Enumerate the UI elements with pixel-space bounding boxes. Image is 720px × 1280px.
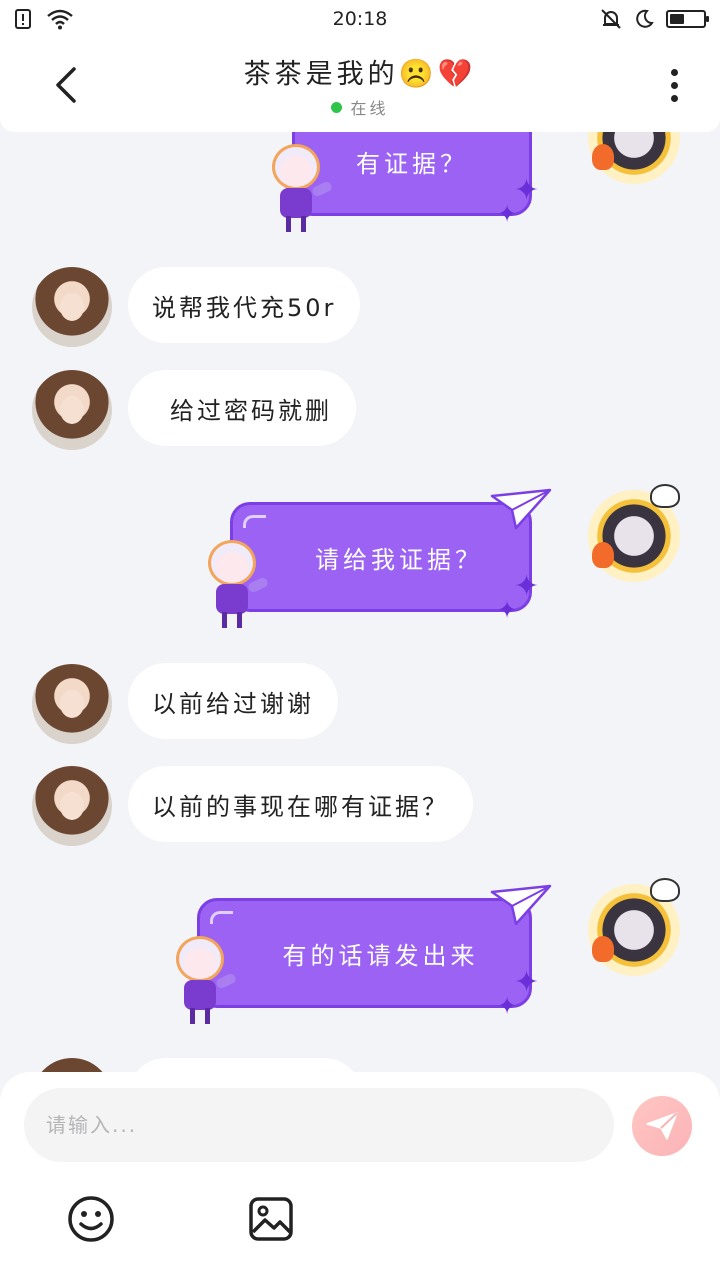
- online-status: 在线: [0, 95, 720, 119]
- message-text: 给过密码就删: [170, 396, 332, 425]
- contact-avatar[interactable]: [32, 370, 112, 450]
- message-text: 请给我证据？: [315, 545, 483, 574]
- message-bubble-incoming[interactable]: 以前的事现在哪有证据？: [128, 766, 473, 842]
- message-bubble-incoming[interactable]: 给过密码就删: [128, 370, 356, 446]
- smiley-icon: [68, 1196, 114, 1242]
- message-text: 以前给过谢谢: [152, 689, 314, 718]
- my-avatar[interactable]: [588, 484, 680, 582]
- carrot-icon: [592, 144, 614, 170]
- message-composer: [0, 1072, 720, 1280]
- message-bubble-outgoing[interactable]: 有的话请发出来: [197, 898, 532, 1008]
- message-bubble-outgoing[interactable]: 有证据？: [292, 132, 532, 216]
- paper-plane-icon: [490, 488, 552, 530]
- more-dot-icon: [670, 94, 678, 102]
- my-avatar[interactable]: [588, 132, 680, 184]
- contact-avatar[interactable]: [32, 267, 112, 347]
- message-bubble-incoming[interactable]: [128, 1058, 362, 1072]
- status-right-icons: [600, 8, 709, 30]
- sparkle-icon: ✦: [497, 200, 518, 228]
- carrot-icon: [592, 542, 614, 568]
- online-status-label: 在线: [350, 99, 389, 118]
- message-bubble-incoming[interactable]: 以前给过谢谢: [128, 663, 338, 739]
- image-icon: [249, 1197, 293, 1241]
- send-button[interactable]: [632, 1096, 692, 1156]
- carrot-icon: [592, 936, 614, 962]
- sparkle-icon: ✦: [497, 596, 518, 624]
- sparkle-icon: ✦: [514, 965, 540, 1000]
- more-dot-icon: [670, 81, 678, 89]
- notification-icon: [15, 9, 31, 29]
- online-dot: [331, 101, 343, 113]
- message-text: 有证据？: [356, 149, 468, 178]
- emoji-button[interactable]: [66, 1194, 116, 1244]
- my-avatar[interactable]: [588, 878, 680, 976]
- message-bubble-outgoing[interactable]: 请给我证据？: [230, 502, 532, 612]
- chibi-sticker-icon: [202, 540, 270, 630]
- cat-icon: [650, 878, 680, 902]
- status-bar: 20:18: [0, 0, 720, 38]
- chat-title-area: 茶茶是我的☹️💔 在线: [0, 52, 720, 119]
- more-dot-icon: [670, 68, 678, 76]
- contact-avatar[interactable]: [32, 664, 112, 744]
- sparkle-icon: ✦: [514, 173, 540, 208]
- message-text: 有的话请发出来: [282, 941, 479, 970]
- wifi-icon: [47, 9, 73, 30]
- battery-level: [670, 14, 685, 24]
- more-options-button[interactable]: [654, 60, 694, 110]
- image-button[interactable]: [246, 1194, 296, 1244]
- status-left-icons: [14, 8, 74, 30]
- message-input[interactable]: [24, 1088, 614, 1162]
- mute-bell-icon: [601, 9, 621, 29]
- moon-icon: [636, 9, 654, 28]
- contact-name: 茶茶是我的: [243, 59, 399, 90]
- send-icon: [646, 1112, 678, 1140]
- sparkle-icon: ✦: [514, 569, 540, 604]
- chibi-sticker-icon: [266, 144, 334, 234]
- battery-icon: [666, 10, 709, 28]
- contact-avatar[interactable]: [32, 766, 112, 846]
- message-text: 说帮我代充50r: [152, 293, 337, 322]
- chat-title: 茶茶是我的☹️💔: [0, 52, 720, 91]
- title-emojis: ☹️💔: [398, 57, 477, 90]
- chat-messages-area[interactable]: 有证据？ ✦ ✦ 说帮我代充50r 给过密码就删 请给我证据？ ✦ ✦ 以前给过…: [0, 132, 720, 1072]
- contact-avatar[interactable]: [32, 1058, 112, 1072]
- paper-plane-icon: [490, 884, 552, 926]
- cat-icon: [650, 484, 680, 508]
- chibi-sticker-icon: [170, 936, 238, 1026]
- sparkle-icon: ✦: [497, 992, 518, 1020]
- message-text: 以前的事现在哪有证据？: [152, 792, 449, 821]
- message-bubble-incoming[interactable]: 说帮我代充50r: [128, 267, 361, 343]
- chat-header: 茶茶是我的☹️💔 在线: [0, 38, 720, 132]
